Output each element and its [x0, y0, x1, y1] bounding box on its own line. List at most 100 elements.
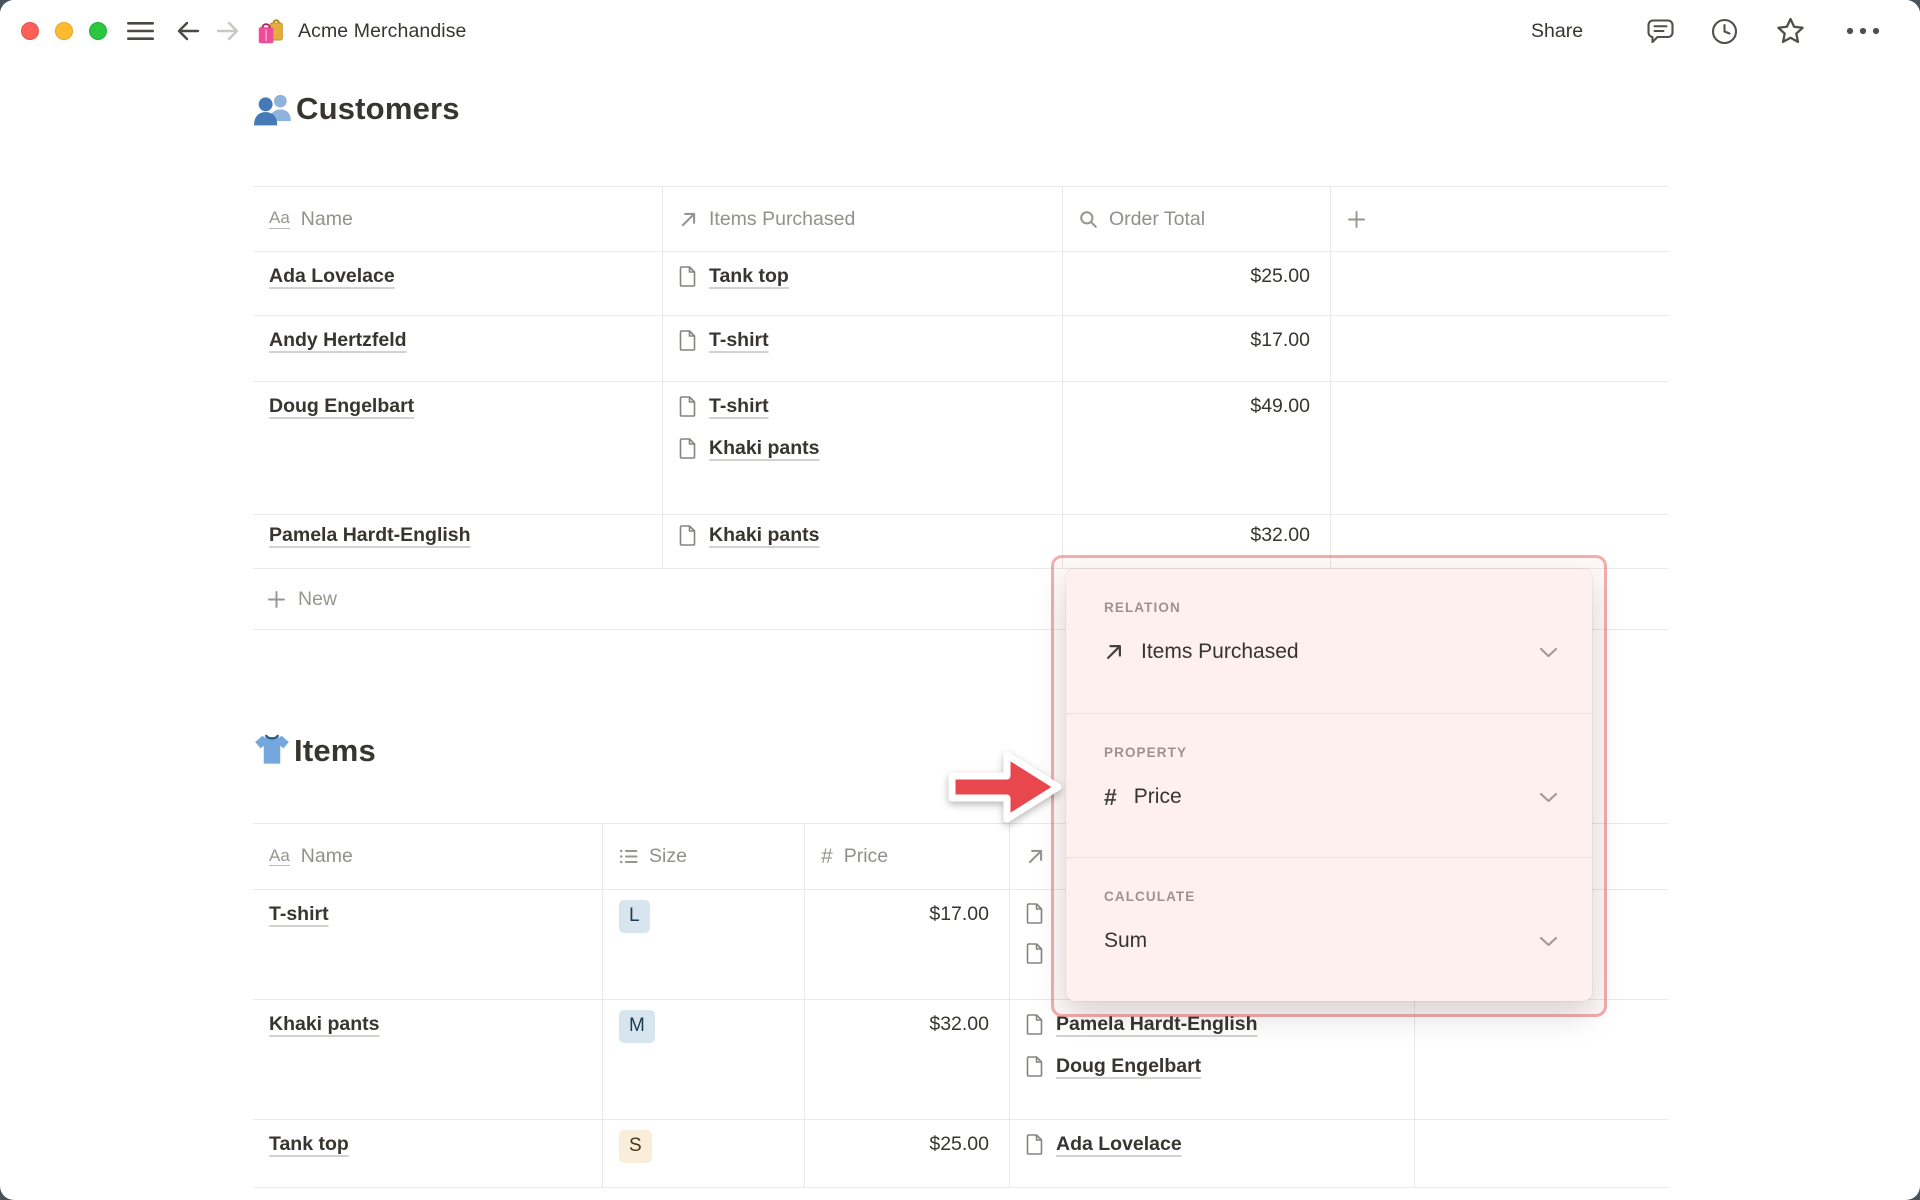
items-section-title: Items [253, 733, 376, 769]
calculate-value: Sum [1104, 929, 1148, 952]
share-button[interactable]: Share [1531, 0, 1583, 62]
order-total-cell[interactable]: $17.00 [1063, 316, 1331, 382]
item-purchased-by-cell[interactable]: Pamela Hardt-English Doug Engelbart [1010, 1000, 1415, 1120]
item-name-cell[interactable]: T-shirt [253, 890, 603, 1000]
empty-cell [1415, 1120, 1668, 1188]
size-tag[interactable]: M [619, 1010, 655, 1043]
page-link[interactable]: Doug Engelbart [269, 395, 414, 417]
page-link[interactable]: Khaki pants [269, 1013, 380, 1035]
popup-section-relation: RELATION Items Purchased [1066, 569, 1592, 713]
document-title: Acme Merchandise [298, 19, 467, 42]
chevron-down-icon [1539, 936, 1558, 946]
rollup-magnifier-icon [1080, 210, 1097, 228]
select-property-icon [619, 849, 638, 864]
chevron-down-icon [1539, 792, 1558, 802]
customers-column-header-items-purchased[interactable]: Items Purchased [663, 186, 1063, 252]
popup-section-calculate: CALCULATE Sum [1066, 857, 1592, 1001]
more-options-button[interactable] [1838, 0, 1888, 62]
add-column-icon [1348, 210, 1365, 228]
chevron-down-icon [1539, 647, 1558, 657]
page-icon [1026, 1134, 1043, 1155]
items-purchased-cell[interactable]: T-shirt [663, 316, 1063, 382]
sidebar-menu-button[interactable] [125, 0, 155, 62]
size-tag[interactable]: L [619, 900, 650, 933]
close-window-button[interactable] [21, 22, 39, 40]
item-purchased-by-cell[interactable]: Ada Lovelace [1010, 1120, 1415, 1188]
customers-column-header-name[interactable]: Aa Name [253, 186, 663, 252]
favorite-button[interactable] [1768, 0, 1812, 62]
relation-label: RELATION [1104, 600, 1181, 615]
page-link[interactable]: Ada Lovelace [1056, 1133, 1182, 1156]
tshirt-icon [255, 734, 289, 764]
page-link[interactable]: Pamela Hardt-English [269, 524, 471, 546]
text-property-icon: Aa [269, 845, 290, 867]
items-purchased-cell[interactable]: T-shirt Khaki pants [663, 382, 1063, 515]
app-window: Acme Merchandise Share Customers Aa Name… [0, 0, 1920, 1200]
page-icon [679, 266, 696, 287]
customer-name-cell[interactable]: Ada Lovelace [253, 252, 663, 316]
back-button[interactable] [174, 0, 202, 62]
customers-column-header-order-total[interactable]: Order Total [1063, 186, 1331, 252]
history-clock-icon [1711, 18, 1737, 44]
column-label: Items Purchased [709, 207, 856, 230]
page-link[interactable]: Ada Lovelace [269, 265, 395, 287]
calculate-dropdown[interactable]: Sum [1104, 929, 1558, 953]
page-link[interactable]: Khaki pants [709, 524, 820, 547]
item-size-cell[interactable]: M [603, 1000, 805, 1120]
red-right-arrow-icon [948, 751, 1062, 823]
relation-value: Items Purchased [1141, 640, 1299, 663]
column-label: Price [843, 845, 889, 867]
items-column-header-size[interactable]: Size [603, 823, 805, 890]
item-size-cell[interactable]: L [603, 890, 805, 1000]
plus-icon [268, 590, 285, 608]
page-icon [679, 525, 696, 546]
page-link[interactable]: Doug Engelbart [1056, 1055, 1201, 1078]
number-property-icon: # [821, 845, 833, 868]
relation-arrow-icon [681, 212, 696, 226]
size-tag[interactable]: S [619, 1130, 652, 1163]
forward-button[interactable] [214, 0, 242, 62]
document-title-button[interactable]: Acme Merchandise [255, 0, 467, 62]
order-total-cell[interactable]: $49.00 [1063, 382, 1331, 515]
item-price-cell[interactable]: $17.00 [805, 890, 1010, 1000]
items-purchased-cell[interactable]: Khaki pants [663, 515, 1063, 569]
page-icon [679, 330, 696, 351]
item-price-cell[interactable]: $25.00 [805, 1120, 1010, 1188]
page-link[interactable]: Tank top [709, 265, 789, 288]
popup-section-property: PROPERTY # Price [1066, 713, 1592, 857]
page-link[interactable]: T-shirt [709, 395, 769, 418]
annotation-arrow [942, 741, 1066, 838]
back-arrow-icon [177, 21, 200, 41]
page-icon [679, 438, 696, 459]
customers-section-title: Customers [253, 90, 460, 127]
minimize-window-button[interactable] [55, 22, 73, 40]
customer-name-cell[interactable]: Pamela Hardt-English [253, 515, 663, 569]
page-icon [1026, 903, 1043, 924]
comments-button[interactable] [1638, 0, 1682, 62]
comments-icon [1646, 18, 1674, 43]
customers-add-column-button[interactable] [1331, 186, 1668, 252]
customers-title-text: Customers [296, 90, 460, 126]
items-column-header-name[interactable]: Aa Name [253, 823, 603, 890]
history-button[interactable] [1702, 0, 1746, 62]
people-icon [254, 94, 291, 126]
customer-name-cell[interactable]: Andy Hertzfeld [253, 316, 663, 382]
page-link[interactable]: Khaki pants [709, 437, 820, 460]
empty-cell [1331, 382, 1668, 515]
item-size-cell[interactable]: S [603, 1120, 805, 1188]
page-link[interactable]: Andy Hertzfeld [269, 329, 407, 351]
window-controls [21, 22, 107, 40]
item-price-cell[interactable]: $32.00 [805, 1000, 1010, 1120]
page-link[interactable]: Tank top [269, 1133, 349, 1155]
item-name-cell[interactable]: Khaki pants [253, 1000, 603, 1120]
order-total-cell[interactable]: $25.00 [1063, 252, 1331, 316]
customer-name-cell[interactable]: Doug Engelbart [253, 382, 663, 515]
items-purchased-cell[interactable]: Tank top [663, 252, 1063, 316]
relation-dropdown[interactable]: Items Purchased [1104, 640, 1558, 664]
zoom-window-button[interactable] [89, 22, 107, 40]
item-name-cell[interactable]: Tank top [253, 1120, 603, 1188]
property-dropdown[interactable]: # Price [1104, 785, 1558, 809]
column-label: Order Total [1109, 207, 1206, 230]
page-link[interactable]: T-shirt [709, 329, 769, 352]
page-link[interactable]: T-shirt [269, 903, 329, 925]
